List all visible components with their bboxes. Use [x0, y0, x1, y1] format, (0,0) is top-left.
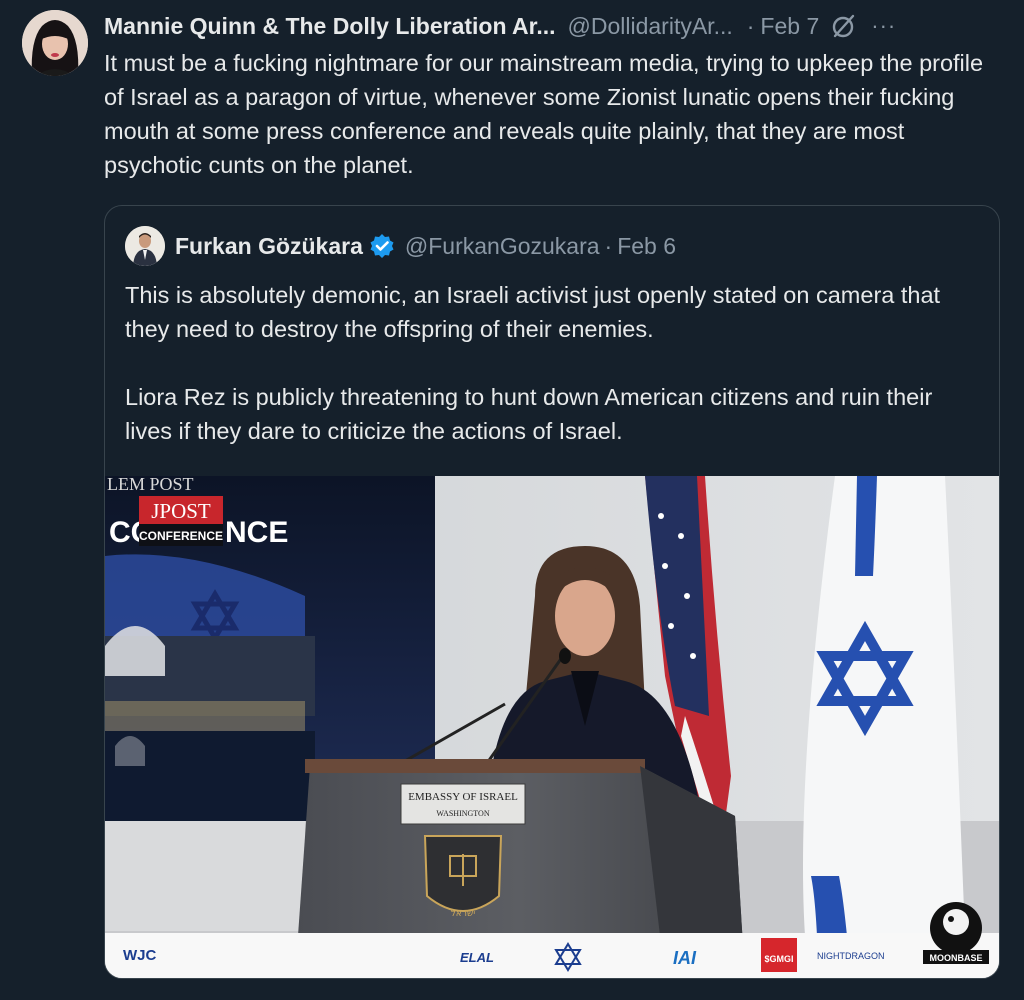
jpost-conference-text: CONFERENCE — [139, 529, 223, 543]
author-name[interactable]: Mannie Quinn & The Dolly Liberation Ar..… — [104, 13, 556, 40]
quoted-paragraph-1: This is absolutely demonic, an Israeli a… — [125, 282, 941, 342]
quoted-paragraph-2: Liora Rez is publicly threatening to hun… — [125, 384, 933, 444]
watermark-text: MOONBASE — [929, 953, 982, 963]
quoted-text: This is absolutely demonic, an Israeli a… — [125, 278, 975, 482]
quoted-author-name[interactable]: Furkan Gözükara — [175, 233, 363, 260]
podium-sign-line1: EMBASSY OF ISRAEL — [408, 791, 518, 803]
sponsor-logo-1: WJC — [123, 947, 157, 964]
sponsor-logo-5: NIGHTDRAGON — [817, 951, 885, 961]
tweet-date[interactable]: Feb 7 — [760, 13, 819, 40]
quoted-tweet[interactable]: Furkan Gözükara @FurkanGozukara · Feb 6 … — [104, 205, 1000, 979]
screen-right-text: NCE — [225, 516, 288, 549]
avatar[interactable] — [22, 10, 88, 76]
quoted-avatar[interactable] — [125, 226, 165, 266]
separator-dot: · — [746, 12, 755, 39]
author-handle[interactable]: @DollidarityAr... — [568, 13, 733, 40]
sponsor-strip: WJC ELAL IAI $GMGI NIGHTDRAGON — [105, 933, 999, 978]
podium-emblem-text: ישראל — [451, 909, 476, 919]
screen-top-text: LEM POST — [107, 476, 194, 494]
tweet-text: It must be a fucking nightmare for our m… — [104, 50, 984, 178]
quoted-separator-dot: · — [604, 232, 613, 259]
more-options-icon[interactable]: ··· — [871, 13, 896, 39]
tweet-header: Mannie Quinn & The Dolly Liberation Ar..… — [104, 10, 1004, 42]
israel-flag — [803, 476, 965, 936]
sponsor-logo-4: $GMGI — [764, 954, 793, 964]
grok-icon[interactable] — [831, 13, 857, 39]
quoted-date[interactable]: Feb 6 — [617, 233, 676, 260]
quoted-author-handle[interactable]: @FurkanGozukara — [405, 233, 600, 260]
sponsor-logo-2: ELAL — [460, 950, 494, 965]
sponsor-logo-3: IAI — [673, 948, 697, 968]
jpost-logo-text: JPOST — [151, 499, 211, 523]
podium-sign-line2: WASHINGTON — [436, 809, 489, 818]
verified-badge-icon — [369, 233, 395, 259]
tweet[interactable]: Mannie Quinn & The Dolly Liberation Ar..… — [0, 0, 1024, 1000]
quoted-media-image[interactable]: LEM POST CO NCE JPOST CONFERENCE EMBASSY… — [105, 476, 999, 978]
quoted-header: Furkan Gözükara @FurkanGozukara · Feb 6 — [125, 226, 676, 266]
